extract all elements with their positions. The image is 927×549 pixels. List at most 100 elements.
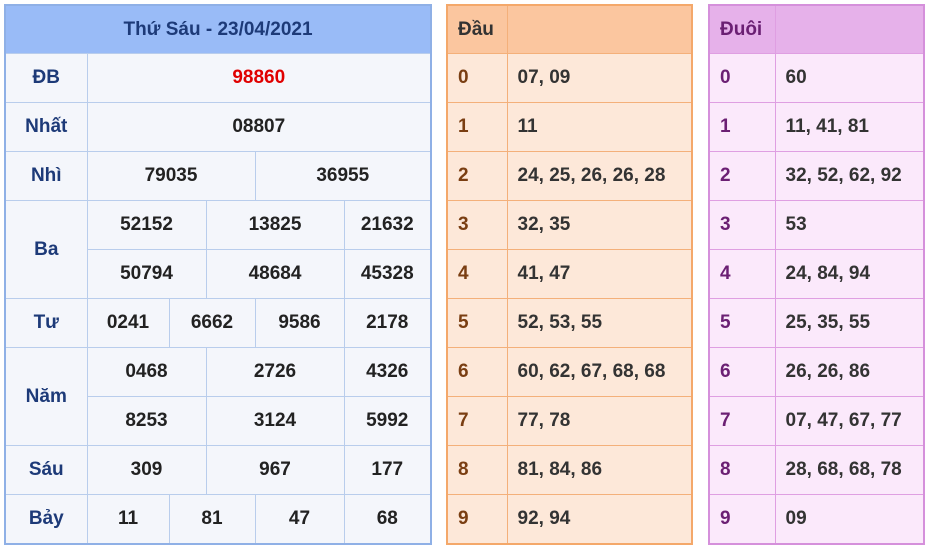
label-nam: Năm bbox=[4, 347, 88, 446]
dau-header: Đầu bbox=[446, 4, 508, 54]
row-values: 41, 47 bbox=[506, 249, 693, 299]
table-row: 0 07, 09 bbox=[446, 53, 693, 103]
prize-nam-value: 0468 bbox=[86, 347, 207, 397]
prize-sau-value: 967 bbox=[205, 445, 345, 495]
row-digit: 9 bbox=[446, 494, 508, 545]
row-values: 24, 84, 94 bbox=[774, 249, 925, 299]
row-digit: 6 bbox=[708, 347, 776, 397]
row-digit: 5 bbox=[708, 298, 776, 348]
row-values: 77, 78 bbox=[506, 396, 693, 446]
table-row: 4 24, 84, 94 bbox=[708, 249, 925, 299]
table-row: 6 26, 26, 86 bbox=[708, 347, 925, 397]
table-row: 1 11, 41, 81 bbox=[708, 102, 925, 152]
table-row: 7 77, 78 bbox=[446, 396, 693, 446]
row-ba: Ba 52152 13825 21632 bbox=[4, 200, 432, 299]
table-row: 0 60 bbox=[708, 53, 925, 103]
prize-sau-value: 309 bbox=[86, 445, 207, 495]
table-row: 5 52, 53, 55 bbox=[446, 298, 693, 348]
row-digit: 3 bbox=[446, 200, 508, 250]
table-row: 1 11 bbox=[446, 102, 693, 152]
prize-nam-value: 3124 bbox=[205, 396, 345, 446]
row-nhat: Nhất 08807 bbox=[4, 102, 432, 152]
prize-ba-value: 52152 bbox=[86, 200, 207, 250]
duoi-rows: 0 60 1 11, 41, 81 2 32, 52, 62, 92 3 53 4 24, 84,… bbox=[708, 53, 925, 545]
prize-tu-value: 6662 bbox=[168, 298, 256, 348]
row-digit: 8 bbox=[446, 445, 508, 495]
row-values: 28, 68, 68, 78 bbox=[774, 445, 925, 495]
dau-table: Đầu 0 07, 09 1 11 2 24, 25, 26, 26, 28 3 32, 35… bbox=[446, 4, 693, 545]
prize-tu-value: 9586 bbox=[254, 298, 345, 348]
table-row: 5 25, 35, 55 bbox=[708, 298, 925, 348]
prize-bay-value: 68 bbox=[343, 494, 432, 545]
row-tu: Tư 0241 6662 9586 2178 bbox=[4, 298, 432, 348]
prize-sau-value: 177 bbox=[343, 445, 432, 495]
label-db: ĐB bbox=[4, 53, 88, 103]
label-nhat: Nhất bbox=[4, 102, 88, 152]
prize-ba-value: 45328 bbox=[343, 249, 432, 299]
row-values: 07, 09 bbox=[506, 53, 693, 103]
row-values: 11, 41, 81 bbox=[774, 102, 925, 152]
table-row: 2 32, 52, 62, 92 bbox=[708, 151, 925, 201]
row-values: 52, 53, 55 bbox=[506, 298, 693, 348]
table-row: 6 60, 62, 67, 68, 68 bbox=[446, 347, 693, 397]
label-ba: Ba bbox=[4, 200, 88, 299]
results-title: Thứ Sáu - 23/04/2021 bbox=[4, 4, 432, 54]
row-values: 60, 62, 67, 68, 68 bbox=[506, 347, 693, 397]
prize-nhi-value: 36955 bbox=[254, 151, 432, 201]
row-sau: Sáu 309 967 177 bbox=[4, 445, 432, 495]
duoi-table: Đuôi 0 60 1 11, 41, 81 2 32, 52, 62, 92 3 53 4 24… bbox=[708, 4, 925, 545]
prize-ba-value: 13825 bbox=[205, 200, 345, 250]
row-values: 24, 25, 26, 26, 28 bbox=[506, 151, 693, 201]
prize-tu-value: 2178 bbox=[343, 298, 432, 348]
label-tu: Tư bbox=[4, 298, 88, 348]
prize-bay-value: 81 bbox=[168, 494, 256, 545]
row-digit: 1 bbox=[446, 102, 508, 152]
table-row: 7 07, 47, 67, 77 bbox=[708, 396, 925, 446]
table-row: 8 81, 84, 86 bbox=[446, 445, 693, 495]
row-values: 81, 84, 86 bbox=[506, 445, 693, 495]
row-values: 07, 47, 67, 77 bbox=[774, 396, 925, 446]
row-values: 32, 35 bbox=[506, 200, 693, 250]
row-digit: 2 bbox=[446, 151, 508, 201]
prize-nhat-value: 08807 bbox=[86, 102, 432, 152]
prize-bay-value: 11 bbox=[86, 494, 170, 545]
duoi-header: Đuôi bbox=[708, 4, 776, 54]
row-nam: Năm 0468 2726 4326 bbox=[4, 347, 432, 446]
row-digit: 7 bbox=[446, 396, 508, 446]
prize-nam-value: 5992 bbox=[343, 396, 432, 446]
label-bay: Bảy bbox=[4, 494, 88, 545]
prize-nhi-value: 79035 bbox=[86, 151, 256, 201]
row-digit: 9 bbox=[708, 494, 776, 545]
prize-nam-value: 4326 bbox=[343, 347, 432, 397]
row-values: 09 bbox=[774, 494, 925, 545]
row-nhi: Nhì 79035 36955 bbox=[4, 151, 432, 201]
prize-tu-value: 0241 bbox=[86, 298, 170, 348]
row-values: 53 bbox=[774, 200, 925, 250]
row-bay: Bảy 11 81 47 68 bbox=[4, 494, 432, 545]
row-digit: 2 bbox=[708, 151, 776, 201]
row-digit: 3 bbox=[708, 200, 776, 250]
duoi-header-blank bbox=[774, 4, 925, 54]
dau-header-blank bbox=[506, 4, 693, 54]
label-nhi: Nhì bbox=[4, 151, 88, 201]
row-digit: 0 bbox=[708, 53, 776, 103]
row-digit: 7 bbox=[708, 396, 776, 446]
row-digit: 6 bbox=[446, 347, 508, 397]
table-row: 3 53 bbox=[708, 200, 925, 250]
prize-bay-value: 47 bbox=[254, 494, 345, 545]
row-values: 32, 52, 62, 92 bbox=[774, 151, 925, 201]
row-db: ĐB 98860 bbox=[4, 53, 432, 103]
prize-nam-value: 8253 bbox=[86, 396, 207, 446]
row-digit: 8 bbox=[708, 445, 776, 495]
prize-ba-value: 50794 bbox=[86, 249, 207, 299]
prize-nam-value: 2726 bbox=[205, 347, 345, 397]
row-values: 60 bbox=[774, 53, 925, 103]
row-values: 11 bbox=[506, 102, 693, 152]
row-digit: 4 bbox=[446, 249, 508, 299]
prize-ba-value: 48684 bbox=[205, 249, 345, 299]
row-values: 92, 94 bbox=[506, 494, 693, 545]
dau-rows: 0 07, 09 1 11 2 24, 25, 26, 26, 28 3 32, 35 4 41,… bbox=[446, 53, 693, 545]
row-values: 25, 35, 55 bbox=[774, 298, 925, 348]
prize-ba-value: 21632 bbox=[343, 200, 432, 250]
table-row: 2 24, 25, 26, 26, 28 bbox=[446, 151, 693, 201]
